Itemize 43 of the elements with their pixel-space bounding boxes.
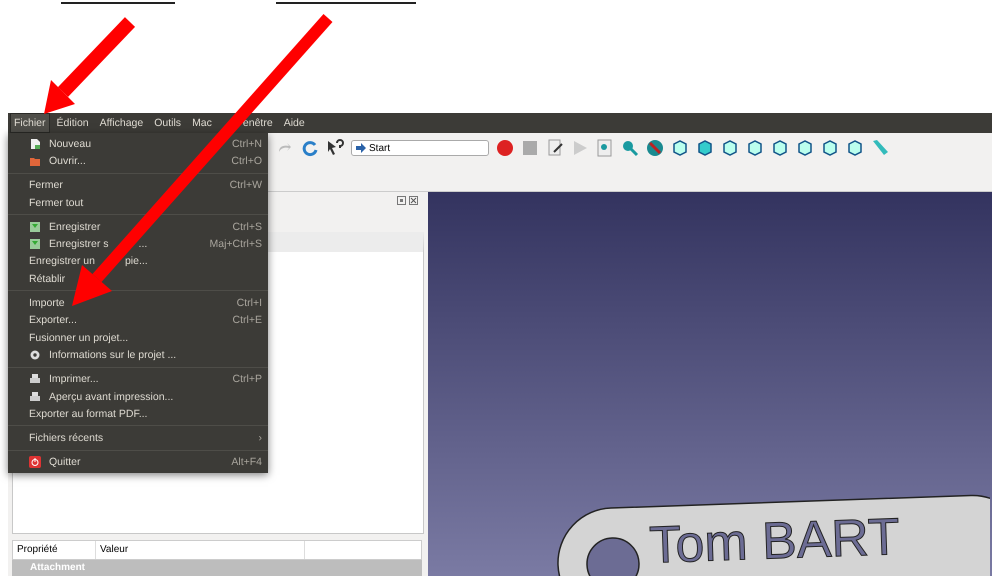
menu-item[interactable]: Fermer Ctrl+W (8, 176, 268, 194)
menu-bar-item[interactable]: Affichage (96, 113, 148, 133)
menu-item[interactable]: Rétablir (8, 270, 268, 288)
gear-icon (29, 348, 41, 361)
menu-item[interactable]: Fichiers récents › (8, 429, 268, 447)
menu-bar-item[interactable]: enêtre (238, 113, 277, 133)
printer-icon (29, 373, 41, 386)
workbench-dropdown[interactable]: Start (351, 140, 489, 156)
refresh-icon[interactable] (301, 139, 319, 157)
menu-item[interactable]: Fusionner un projet... (8, 328, 268, 346)
menu-item[interactable]: Informations sur le projet ... (8, 346, 268, 364)
menu-item[interactable]: Importe Ctrl+I (8, 294, 268, 312)
menu-item[interactable]: Enregistrer s ... Maj+Ctrl+S (8, 235, 268, 253)
menu-item[interactable]: Quitter Alt+F4 (8, 454, 268, 472)
menu-item[interactable]: Enregistrer un pie... (8, 252, 268, 270)
menu-bar-item[interactable]: Outils (150, 113, 186, 133)
menu-item[interactable]: Enregistrer Ctrl+S (8, 218, 268, 236)
float-icon[interactable] (397, 196, 406, 205)
menu-bar-item[interactable]: Édition (52, 113, 93, 133)
power-icon (29, 456, 41, 468)
menu-item[interactable]: Exporter au format PDF... (8, 405, 268, 422)
menu-bar-item[interactable]: Fichier (10, 113, 50, 133)
edit-macro-icon[interactable] (546, 139, 564, 157)
arrow-icon (356, 143, 366, 153)
menu-item[interactable]: Imprimer... Ctrl+P (8, 370, 268, 388)
record-icon[interactable] (496, 139, 514, 157)
keychain-model: Tom BART (555, 492, 990, 576)
whats-this-icon[interactable] (326, 139, 344, 157)
zoom-icon[interactable] (621, 139, 639, 157)
menu-item[interactable]: Aperçu avant impression... (8, 388, 268, 406)
column-header[interactable]: Propriété (13, 541, 96, 559)
menu-item[interactable]: Fermer tout (8, 194, 268, 212)
menu-bar-item[interactable]: Mac (188, 113, 216, 133)
menu-bar-item[interactable]: Aide (280, 113, 309, 133)
menu-item[interactable]: Ouvrir... Ctrl+O (8, 152, 268, 170)
save-icon (29, 238, 41, 250)
menu-item[interactable]: Nouveau Ctrl+N (8, 135, 268, 152)
new-file-icon (29, 138, 41, 150)
printer-icon (29, 390, 41, 402)
menu-item[interactable]: Exporter... Ctrl+E (8, 312, 268, 329)
column-header[interactable]: Valeur (96, 541, 305, 559)
close-icon[interactable] (409, 196, 418, 205)
save-icon (29, 220, 41, 233)
